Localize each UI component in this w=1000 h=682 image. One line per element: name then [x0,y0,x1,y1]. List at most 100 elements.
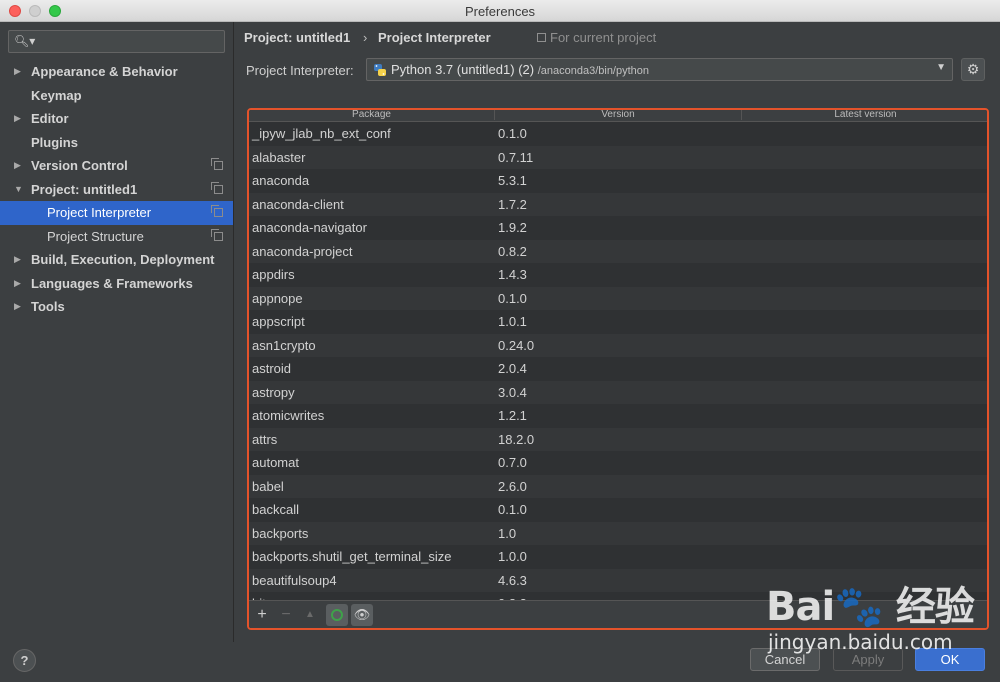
interpreter-settings-button[interactable]: ⚙ [961,58,985,81]
table-row[interactable]: appscript 1.0.1 [249,310,987,334]
version-cell: 0.7.11 [498,149,534,165]
sidebar-item-languages-frameworks[interactable]: ▶ Languages & Frameworks [0,272,233,296]
version-cell: 18.2.0 [498,431,535,447]
chevron-down-icon[interactable]: ▼ [14,178,23,202]
package-name-cell: bitarray [252,592,295,600]
breadcrumb-project[interactable]: Project: untitled1 [244,30,350,45]
table-row[interactable]: anaconda 5.3.1 [249,169,987,193]
help-button[interactable]: ? [13,649,36,672]
chevron-right-icon[interactable]: ▶ [14,60,21,84]
add-package-button[interactable]: + [251,604,273,626]
table-row[interactable]: astroid 2.0.4 [249,357,987,381]
table-row[interactable]: _ipyw_jlab_nb_ext_conf 0.1.0 [249,122,987,146]
settings-tree: ▶ Appearance & Behavior Keymap ▶ Editor Plugi… [0,60,233,319]
version-cell: 0.7.0 [498,455,527,470]
help-icon: ? [20,653,29,668]
column-header-package[interactable]: Package [249,110,495,120]
column-header-version[interactable]: Version [495,110,742,120]
package-name-cell: appnope [252,290,303,306]
table-row[interactable]: atomicwrites 1.2.1 [249,404,987,428]
package-name-cell: beautifulsoup4 [252,572,337,588]
table-row[interactable]: backcall 0.1.0 [249,498,987,522]
table-row[interactable]: asn1crypto 0.24.0 [249,333,987,357]
package-name-cell: astroid [252,361,292,376]
table-row[interactable]: automat 0.7.0 [249,451,987,475]
table-row[interactable]: backports.shutil_get_terminal_size 1.0.0 [249,545,987,569]
version-cell: 5.3.1 [498,173,527,188]
eye-icon: 👁 [353,607,371,622]
version-cell: 1.4.3 [498,267,527,282]
chevron-right-icon[interactable]: ▶ [14,107,21,131]
package-name-cell: anaconda-navigator [252,220,367,235]
dialog-footer: ? Cancel Apply OK [0,642,1000,682]
version-cell: 0.1.0 [498,126,527,141]
sidebar-item-keymap[interactable]: Keymap [0,84,233,108]
table-header: Package Version Latest version [249,110,987,122]
version-cell: 0.1.0 [498,502,527,517]
sidebar-item-plugins[interactable]: Plugins [0,131,233,155]
sidebar-item-editor[interactable]: ▶ Editor [0,107,233,131]
table-row[interactable]: appdirs 1.4.3 [249,263,987,287]
interpreter-select[interactable]: Python 3.7 (untitled1) (2) /anaconda3/bi… [366,58,953,81]
package-name-cell: anaconda [252,173,310,188]
version-cell: 1.7.2 [498,196,527,212]
packages-toolbar: + − ▲ 👁 [249,600,987,628]
sidebar-item-build-execution-deployment[interactable]: ▶ Build, Execution, Deployment [0,248,233,272]
sidebar-item-label: Appearance & Behavior [31,64,178,79]
interpreter-path: /anaconda3/bin/python [537,65,650,77]
package-name-cell: backcall [252,502,299,517]
chevron-right-icon[interactable]: ▶ [14,295,21,319]
upgrade-package-button[interactable]: ▲ [299,604,321,626]
sidebar-item-version-control[interactable]: ▶ Version Control [0,154,233,178]
apply-button[interactable]: Apply [833,648,903,671]
sidebar-item-label: Version Control [31,158,128,173]
project-scope-icon [211,228,223,241]
chevron-right-icon[interactable]: ▶ [14,154,21,178]
table-row[interactable]: backports 1.0 [249,521,987,545]
package-name-cell: alabaster [252,149,306,165]
table-row[interactable]: astropy 3.0.4 [249,380,987,404]
sidebar-item-project-structure[interactable]: Project Structure [0,225,233,249]
remove-package-button[interactable]: − [275,604,297,626]
sidebar-item-project-interpreter[interactable]: Project Interpreter [0,201,233,225]
sidebar-item-label: Build, Execution, Deployment [31,252,215,267]
version-cell: 4.6.3 [498,572,527,588]
package-name-cell: automat [252,455,299,470]
sidebar-item-label: Editor [31,111,69,126]
project-scope-icon [211,181,223,194]
table-row[interactable]: appnope 0.1.0 [249,286,987,310]
minus-icon: − [281,606,291,623]
version-cell: 0.8.2 [498,243,527,259]
ok-button[interactable]: OK [915,648,985,671]
sidebar-item-project-untitled1[interactable]: ▼ Project: untitled1 [0,178,233,202]
table-row[interactable]: babel 2.6.0 [249,474,987,498]
project-scope-icon [211,158,223,170]
package-name-cell: backports [252,525,309,541]
version-cell: 0.1.0 [498,290,527,306]
table-row[interactable]: alabaster 0.7.11 [249,145,987,169]
table-row[interactable]: anaconda-navigator 1.9.2 [249,216,987,240]
cancel-button[interactable]: Cancel [750,648,820,671]
sidebar-item-tools[interactable]: ▶ Tools [0,295,233,319]
table-row[interactable]: bitarray 0.8.3 [249,592,987,600]
scope-label: For current project [550,30,657,45]
show-early-releases-button[interactable]: 👁 [351,604,373,626]
sidebar-item-appearance-behavior[interactable]: ▶ Appearance & Behavior [0,60,233,84]
package-name-cell: asn1crypto [252,337,316,353]
sidebar-item-label: Project: untitled1 [31,181,138,197]
package-name-cell: babel [252,478,284,494]
copy-icon [537,33,546,42]
column-header-latest-version[interactable]: Latest version [742,110,987,120]
settings-search-input[interactable]: 🔍︎▾ [8,30,225,53]
version-cell: 1.2.1 [498,408,527,423]
table-row[interactable]: attrs 18.2.0 [249,427,987,451]
table-row[interactable]: beautifulsoup4 4.6.3 [249,568,987,592]
table-row[interactable]: anaconda-client 1.7.2 [249,192,987,216]
chevron-right-icon[interactable]: ▶ [14,248,21,272]
refresh-icon [331,609,343,621]
chevron-right-icon[interactable]: ▶ [14,272,21,296]
version-cell: 0.24.0 [498,337,535,353]
refresh-button[interactable] [326,604,348,626]
interpreter-name: Python 3.7 (untitled1) (2) [391,62,535,77]
table-row[interactable]: anaconda-project 0.8.2 [249,239,987,263]
